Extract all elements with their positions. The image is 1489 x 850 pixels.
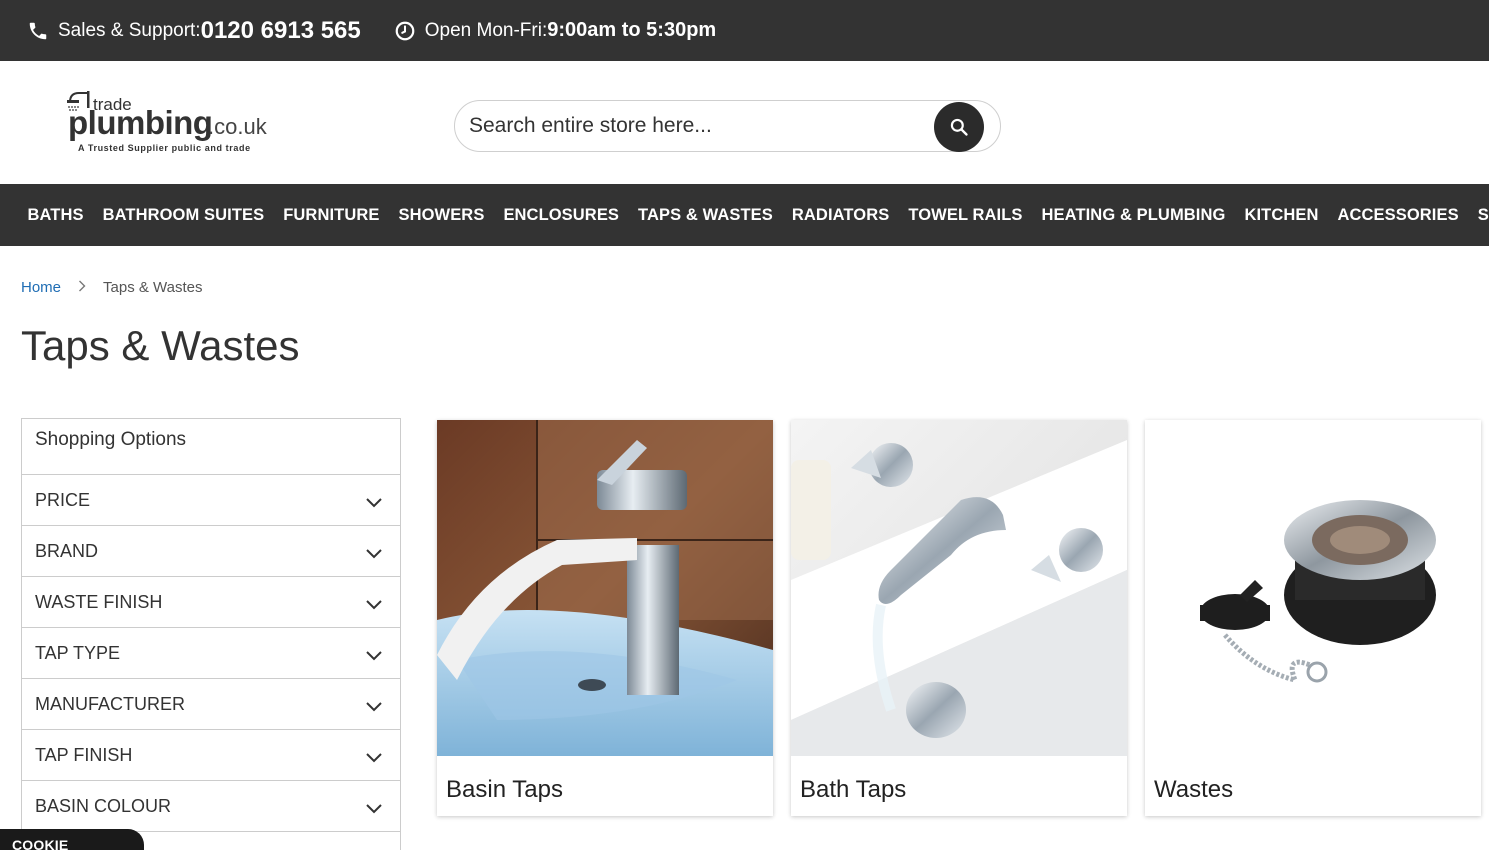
chevron-down-icon bbox=[366, 498, 382, 508]
nav-item-shop-by-brand[interactable]: SHOP BY BRAND bbox=[1468, 206, 1489, 225]
basin-taps-image[interactable] bbox=[437, 420, 773, 756]
hours-label: Open Mon-Fri: bbox=[424, 19, 548, 41]
page-title: Taps & Wastes bbox=[21, 322, 300, 369]
chevron-down-icon bbox=[366, 600, 382, 610]
top-bar: Sales & Support: 0120 6913 565 Open Mon-… bbox=[0, 0, 1489, 61]
category-name[interactable]: Bath Taps bbox=[800, 776, 906, 804]
category-name[interactable]: Basin Taps bbox=[446, 776, 563, 804]
chevron-down-icon bbox=[366, 549, 382, 559]
nav-item-furniture[interactable]: FURNITURE bbox=[274, 206, 389, 225]
nav-item-accessories[interactable]: ACCESSORIES bbox=[1328, 206, 1468, 225]
filter-basin-colour[interactable]: BASIN COLOUR bbox=[22, 781, 400, 832]
hours-value: 9:00am to 5:30pm bbox=[547, 19, 717, 41]
site-header: trade plumbing .co.uk A Trusted Supplier… bbox=[0, 61, 1489, 184]
chevron-down-icon bbox=[366, 804, 382, 814]
filter-tap-type[interactable]: TAP TYPE bbox=[22, 628, 400, 679]
category-card-basin-taps[interactable]: Basin Taps bbox=[437, 420, 773, 816]
filter-brand[interactable]: BRAND bbox=[22, 526, 400, 577]
svg-text:.co.uk: .co.uk bbox=[208, 114, 268, 139]
chevron-down-icon bbox=[366, 651, 382, 661]
category-card-bath-taps[interactable]: Bath Taps bbox=[791, 420, 1127, 816]
filter-label: BRAND bbox=[35, 540, 99, 561]
nav-item-enclosures[interactable]: ENCLOSURES bbox=[494, 206, 629, 225]
search-input[interactable] bbox=[469, 114, 919, 138]
chevron-right-icon bbox=[78, 279, 86, 296]
nav-item-showers[interactable]: SHOWERS bbox=[389, 206, 494, 225]
chevron-down-icon bbox=[366, 702, 382, 712]
svg-text:plumbing: plumbing bbox=[68, 104, 212, 141]
filter-tap-finish[interactable]: TAP FINISH bbox=[22, 730, 400, 781]
breadcrumb-home[interactable]: Home bbox=[21, 279, 61, 296]
main-nav: BATHS BATHROOM SUITES FURNITURE SHOWERS … bbox=[0, 184, 1489, 246]
clock-icon bbox=[393, 19, 417, 43]
shopping-options-heading: Shopping Options bbox=[22, 419, 400, 475]
filter-label: TAP TYPE bbox=[35, 642, 121, 663]
sales-label: Sales & Support: bbox=[58, 19, 201, 41]
search-button[interactable] bbox=[934, 102, 984, 152]
filter-label: PRICE bbox=[35, 489, 91, 510]
category-grid: Basin Taps Bath Taps Wastes bbox=[437, 420, 1481, 816]
nav-item-bathroom-suites[interactable]: BATHROOM SUITES bbox=[93, 206, 274, 225]
filter-label: TAP FINISH bbox=[35, 744, 133, 765]
filter-manufacturer[interactable]: MANUFACTURER bbox=[22, 679, 400, 730]
search-icon bbox=[950, 118, 968, 136]
filter-price[interactable]: PRICE bbox=[22, 475, 400, 526]
chevron-down-icon bbox=[366, 753, 382, 763]
breadcrumb: Home Taps & Wastes bbox=[21, 279, 203, 296]
shopping-options: Shopping Options PRICE BRAND WASTE FINIS… bbox=[21, 418, 401, 850]
bath-taps-image[interactable] bbox=[791, 420, 1127, 756]
nav-item-radiators[interactable]: RADIATORS bbox=[782, 206, 898, 225]
filter-label: BASIN COLOUR bbox=[35, 795, 172, 816]
wastes-image[interactable] bbox=[1145, 420, 1481, 756]
svg-text:A Trusted Supplier public and: A Trusted Supplier public and trade bbox=[78, 143, 251, 153]
opening-hours: Open Mon-Fri: 9:00am to 5:30pm bbox=[393, 19, 716, 43]
nav-item-baths[interactable]: BATHS bbox=[18, 206, 93, 225]
cookie-settings-button[interactable]: COOKIE SETTINGS bbox=[0, 829, 144, 850]
site-logo[interactable]: trade plumbing .co.uk A Trusted Supplier… bbox=[67, 89, 277, 155]
nav-item-heating-plumbing[interactable]: HEATING & PLUMBING bbox=[1032, 206, 1235, 225]
category-name[interactable]: Wastes bbox=[1154, 776, 1233, 804]
category-card-wastes[interactable]: Wastes bbox=[1145, 420, 1481, 816]
phone-icon bbox=[26, 19, 50, 43]
filter-waste-finish[interactable]: WASTE FINISH bbox=[22, 577, 400, 628]
nav-item-towel-rails[interactable]: TOWEL RAILS bbox=[899, 206, 1032, 225]
search-bar bbox=[454, 100, 1001, 152]
nav-item-kitchen[interactable]: KITCHEN bbox=[1235, 206, 1328, 225]
filter-label: MANUFACTURER bbox=[35, 693, 186, 714]
sales-phone[interactable]: 0120 6913 565 bbox=[201, 17, 361, 45]
filter-label: WASTE FINISH bbox=[35, 591, 163, 612]
nav-item-taps-wastes[interactable]: TAPS & WASTES bbox=[629, 206, 783, 225]
breadcrumb-current: Taps & Wastes bbox=[103, 279, 203, 296]
